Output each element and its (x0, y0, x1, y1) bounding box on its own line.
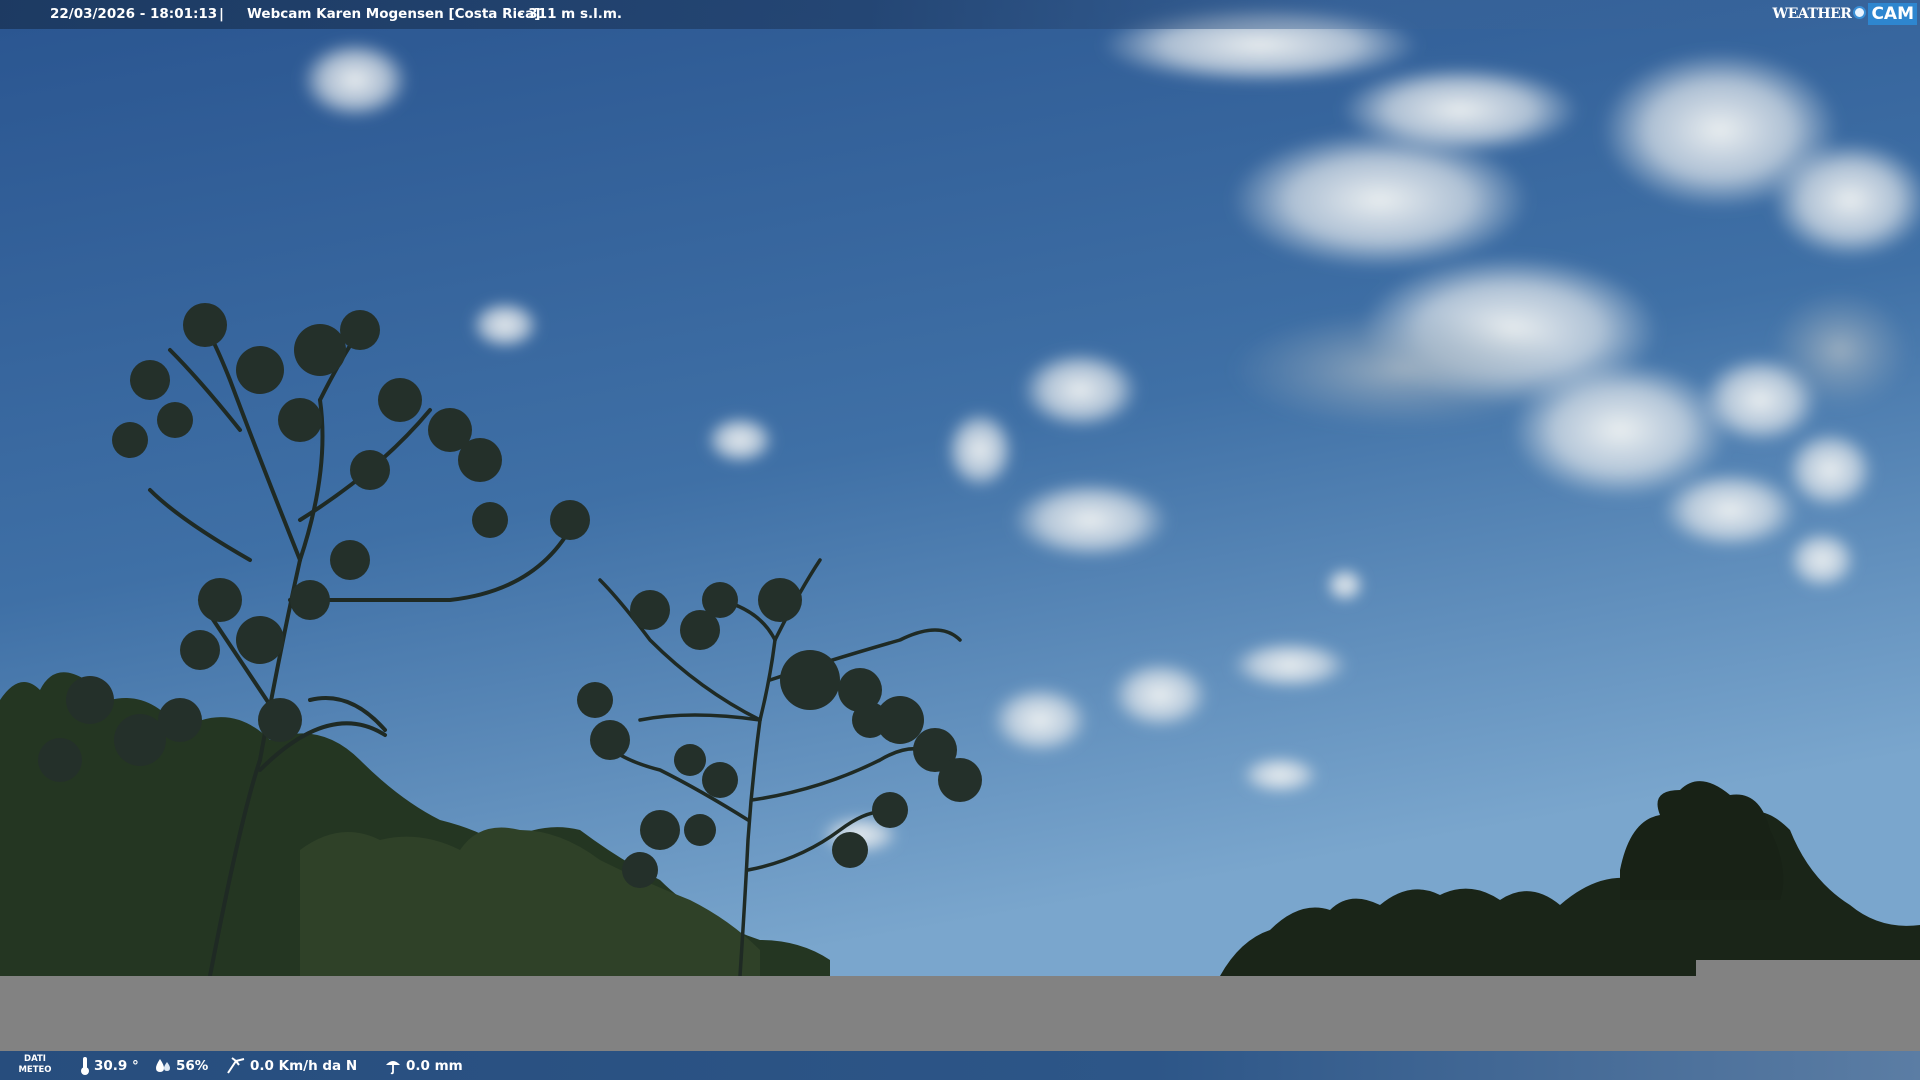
gray-band (0, 976, 1920, 1051)
rain-icon (386, 1060, 400, 1074)
humidity-item: 56% (154, 1051, 208, 1080)
weather-data-bar: DATI METEO 30.9 ° 56% 0.0 Km/h da N 0.0 … (0, 1051, 1920, 1080)
meteo-label: METEO (18, 1065, 52, 1075)
logo-weather-text: WEATHER (1772, 5, 1852, 22)
webcam-image (0, 0, 1920, 976)
thermometer-icon (81, 1056, 89, 1075)
wind-item: 0.0 Km/h da N (226, 1051, 357, 1080)
wind-value: 0.0 Km/h da N (250, 1057, 358, 1074)
weathercam-logo: WEATHER CAM (1772, 2, 1917, 26)
rain-value: 0.0 mm (406, 1057, 463, 1074)
wind-icon (227, 1056, 245, 1074)
camera-title: Webcam Karen Mogensen [Costa Rica] (247, 6, 541, 22)
temperature-value: 30.9 ° (94, 1057, 139, 1074)
timestamp: 22/03/2026 - 18:01:13 (50, 6, 218, 22)
altitude: - 311 m s.l.m. (518, 6, 623, 22)
humidity-icon (156, 1058, 170, 1072)
rain-item: 0.0 mm (384, 1051, 463, 1080)
humidity-value: 56% (176, 1057, 209, 1074)
logo-dot-icon (1853, 5, 1867, 19)
top-overlay-bar: 22/03/2026 - 18:01:13 | Webcam Karen Mog… (0, 0, 1920, 29)
dati-label: DATI (24, 1054, 46, 1064)
separator: | (219, 6, 224, 22)
temperature-item: 30.9 ° (80, 1051, 139, 1080)
dati-meteo-label: DATI METEO (14, 1054, 56, 1076)
logo-cam-text: CAM (1868, 3, 1917, 25)
